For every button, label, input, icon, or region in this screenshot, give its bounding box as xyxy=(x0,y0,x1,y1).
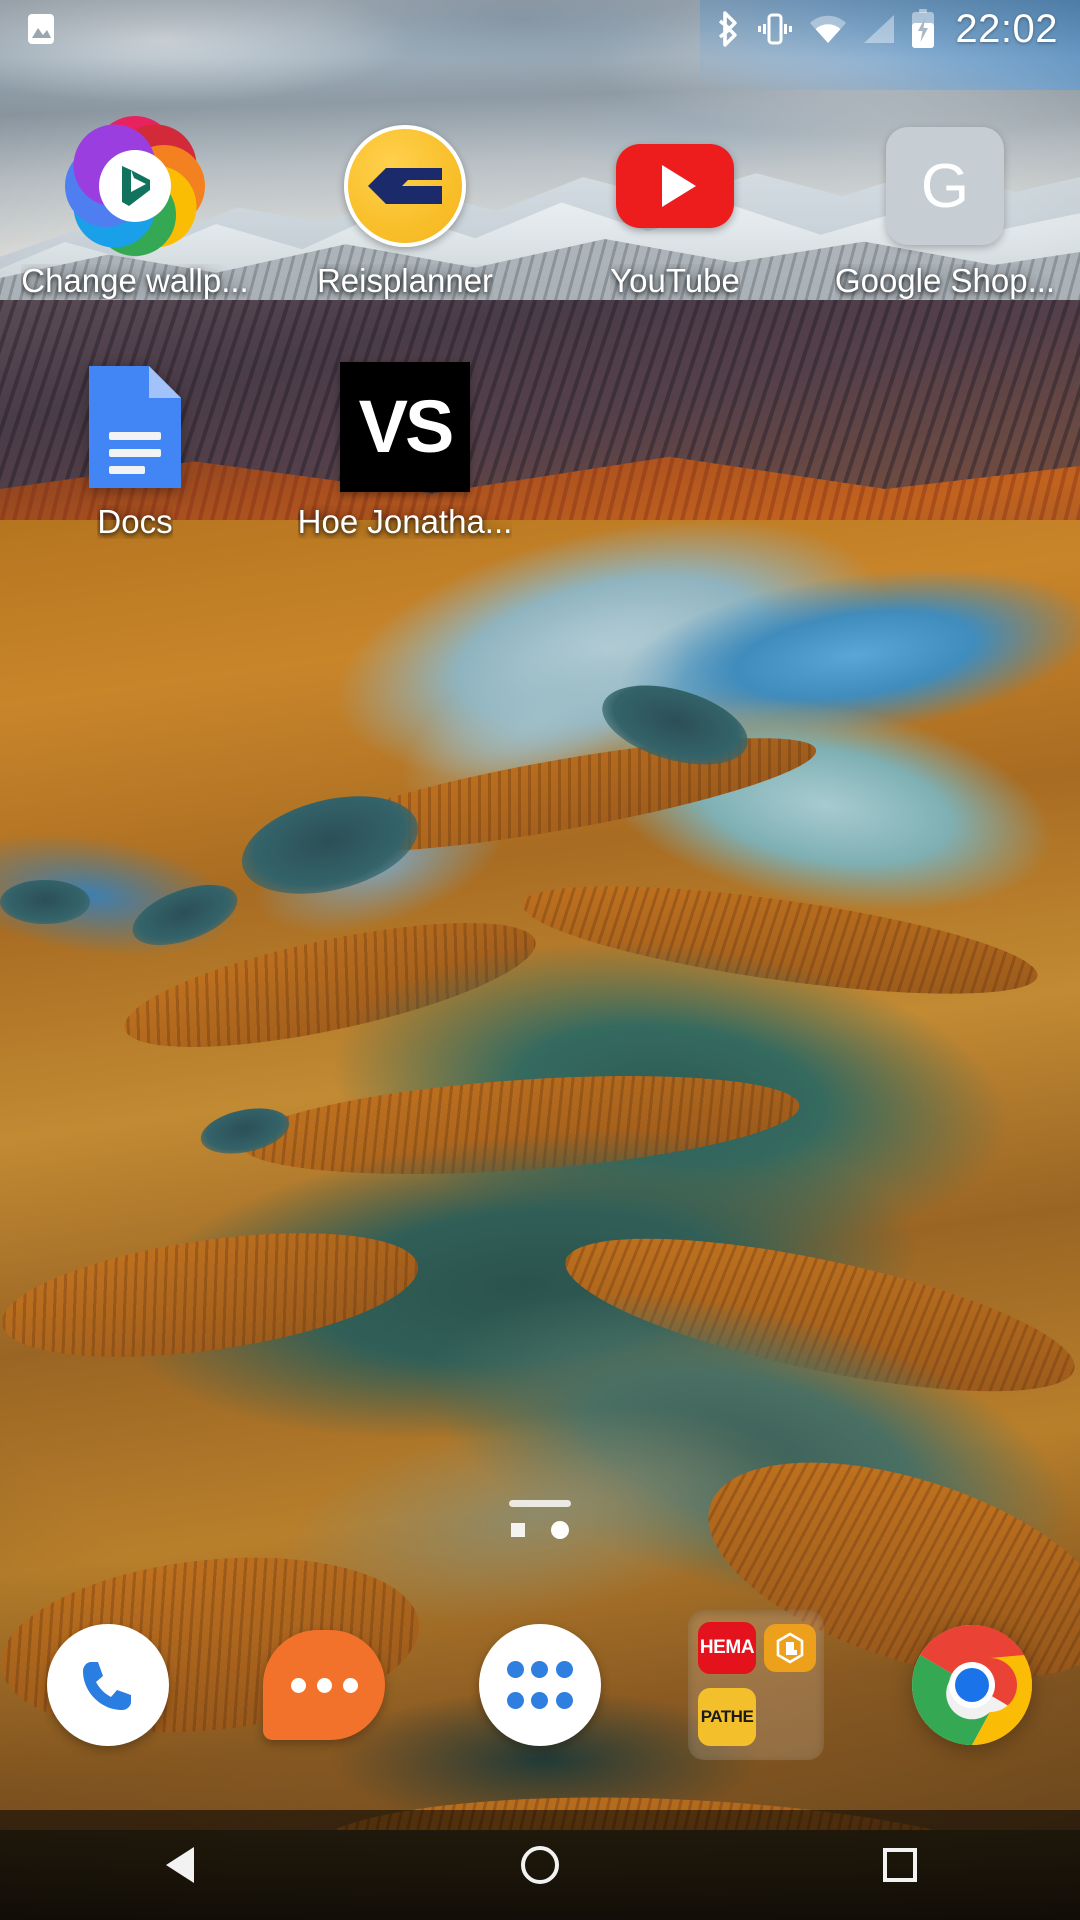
vs-logo-text: VS xyxy=(358,385,455,469)
home-button[interactable] xyxy=(360,1846,720,1884)
dock: HEMA PATHE xyxy=(0,1600,1080,1770)
folder-app-hema: HEMA xyxy=(698,1622,756,1674)
google-docs-icon xyxy=(67,359,203,495)
navigation-bar xyxy=(0,1810,1080,1920)
status-bar[interactable]: 22:02 xyxy=(0,0,1080,58)
page-dot-2-active[interactable] xyxy=(551,1521,569,1539)
app-label: Google Shop... xyxy=(834,264,1056,299)
back-button[interactable] xyxy=(0,1847,360,1883)
cell-signal-no-service-icon xyxy=(861,13,897,45)
app-label: YouTube xyxy=(610,264,740,299)
folder-icon: HEMA PATHE xyxy=(688,1610,824,1760)
youtube-icon xyxy=(607,118,743,254)
status-bar-clock: 22:02 xyxy=(955,7,1058,51)
page-indicator-bar xyxy=(509,1500,571,1507)
ns-reisplanner-icon xyxy=(337,118,473,254)
app-label: Reisplanner xyxy=(316,264,494,299)
vibrate-icon xyxy=(755,11,795,47)
dock-item-app-drawer[interactable] xyxy=(432,1624,648,1746)
photo-icon xyxy=(26,12,56,46)
phone-icon xyxy=(47,1624,169,1746)
app-icon-change-wallpaper[interactable]: Change wallp... xyxy=(0,107,270,299)
page-dot-1[interactable] xyxy=(511,1523,525,1537)
pathe-label: PATHE xyxy=(700,1707,754,1726)
app-grid-row: Docs VS Hoe Jonatha... xyxy=(0,359,1080,540)
google-shopping-letter: G xyxy=(886,127,1004,245)
app-grid-empty-slot xyxy=(810,359,1080,540)
recents-square-icon xyxy=(883,1848,917,1882)
messages-icon xyxy=(263,1630,385,1740)
hema-label: HEMA xyxy=(699,1637,755,1658)
recents-button[interactable] xyxy=(720,1848,1080,1882)
app-grid-row: Change wallp... Reisplanner YouTube G Go… xyxy=(0,107,1080,299)
app-label: Hoe Jonatha... xyxy=(297,504,513,540)
app-grid-empty-slot xyxy=(540,359,810,540)
dock-item-messages[interactable] xyxy=(216,1630,432,1740)
app-icon-reisplanner[interactable]: Reisplanner xyxy=(270,118,540,299)
app-drawer-icon xyxy=(479,1624,601,1746)
app-label: Docs xyxy=(97,504,173,540)
folder-app-hexagon xyxy=(764,1624,816,1672)
app-grid: Change wallp... Reisplanner YouTube G Go… xyxy=(0,107,1080,540)
app-icon-google-shopping[interactable]: G Google Shop... xyxy=(810,118,1080,299)
google-shopping-icon: G xyxy=(877,118,1013,254)
back-triangle-icon xyxy=(166,1847,194,1883)
dock-item-phone[interactable] xyxy=(0,1624,216,1746)
app-label: Change wallp... xyxy=(21,264,249,299)
bluetooth-icon xyxy=(718,10,742,48)
chrome-icon xyxy=(909,1622,1035,1748)
wifi-icon xyxy=(808,13,848,45)
page-indicator xyxy=(0,1500,1080,1539)
bing-wallpaper-icon xyxy=(56,107,214,265)
battery-charging-icon xyxy=(910,9,936,49)
app-icon-docs[interactable]: Docs xyxy=(0,359,270,540)
dock-item-folder[interactable]: HEMA PATHE xyxy=(648,1610,864,1760)
app-icon-hoe-jonathan[interactable]: VS Hoe Jonatha... xyxy=(270,359,540,540)
dock-item-chrome[interactable] xyxy=(864,1622,1080,1748)
vs-video-icon: VS xyxy=(337,359,473,495)
folder-app-pathe: PATHE xyxy=(698,1688,756,1746)
home-circle-icon xyxy=(521,1846,559,1884)
app-icon-youtube[interactable]: YouTube xyxy=(540,118,810,299)
